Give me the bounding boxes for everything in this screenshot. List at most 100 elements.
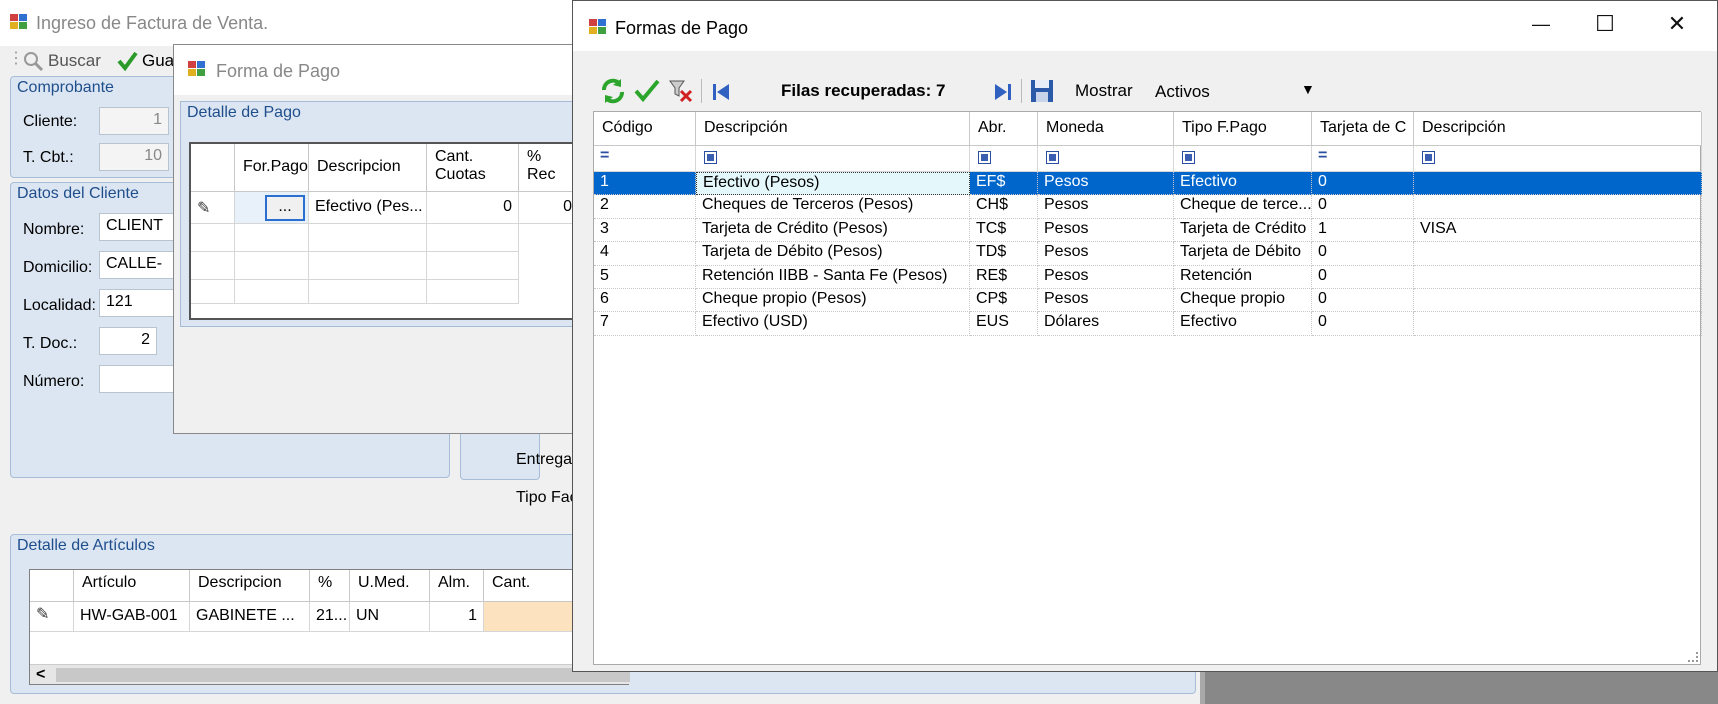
articulos-header[interactable]: Descripcion — [190, 570, 310, 602]
column-header[interactable]: Tarjeta de C — [1312, 112, 1414, 146]
table-cell[interactable] — [1414, 195, 1702, 219]
table-cell[interactable] — [1414, 265, 1702, 289]
tdoc-field[interactable]: 2 — [99, 327, 157, 355]
pago-header[interactable]: For.Pago — [235, 144, 309, 192]
mostrar-select[interactable]: Activos ▼ — [1151, 77, 1317, 105]
table-cell[interactable]: 5 — [594, 265, 696, 289]
table-cell[interactable]: Efectivo (USD) — [696, 312, 970, 336]
column-header[interactable]: Abr. — [970, 112, 1038, 146]
save-icon[interactable] — [1029, 78, 1055, 104]
table-cell[interactable]: 4 — [594, 242, 696, 266]
table-cell[interactable]: 3 — [594, 218, 696, 243]
filter-operator-icon[interactable] — [1422, 151, 1435, 164]
table-cell[interactable] — [1414, 289, 1702, 313]
table-cell[interactable]: Pesos — [1038, 289, 1174, 313]
articulos-hscrollbar[interactable]: < — [30, 664, 630, 684]
articulos-header[interactable]: U.Med. — [350, 570, 430, 602]
table-cell[interactable]: 0 — [1312, 289, 1414, 313]
filter-operator-icon[interactable] — [1182, 151, 1195, 164]
filter-cell[interactable] — [970, 146, 1038, 172]
close-button[interactable]: ✕ — [1645, 1, 1709, 47]
filter-operator-icon[interactable] — [978, 151, 991, 164]
table-cell[interactable]: Dólares — [1038, 312, 1174, 336]
table-cell[interactable]: Efectivo — [1174, 312, 1312, 336]
column-header[interactable]: Código — [594, 112, 696, 146]
table-cell[interactable]: Tarjeta de Débito (Pesos) — [696, 242, 970, 266]
localidad-field[interactable]: 121 — [99, 289, 179, 317]
table-cell[interactable]: 1 — [1312, 218, 1414, 243]
check-icon[interactable] — [633, 77, 661, 105]
table-cell[interactable]: VISA — [1414, 218, 1702, 243]
table-cell[interactable]: CP$ — [970, 289, 1038, 313]
table-cell[interactable]: Pesos — [1038, 172, 1174, 196]
filter-cell[interactable] — [696, 146, 970, 172]
table-cell[interactable]: Pesos — [1038, 242, 1174, 266]
filter-cell[interactable] — [1038, 146, 1174, 172]
filter-cell[interactable]: = — [1312, 146, 1414, 172]
table-cell[interactable]: Cheque propio (Pesos) — [696, 289, 970, 313]
column-header[interactable]: Descripción — [1414, 112, 1702, 146]
column-header[interactable]: Moneda — [1038, 112, 1174, 146]
table-cell[interactable]: 0 — [1312, 195, 1414, 219]
pago-rec-cell[interactable]: 0 — [519, 192, 579, 224]
filter-cell[interactable] — [1174, 146, 1312, 172]
table-cell[interactable]: Pesos — [1038, 265, 1174, 289]
table-cell[interactable]: 0 — [1312, 312, 1414, 336]
table-cell[interactable] — [1414, 172, 1702, 196]
articulos-header[interactable]: Artículo — [74, 570, 190, 602]
table-cell[interactable]: Tarjeta de Crédito (Pesos) — [696, 218, 970, 243]
minimize-button[interactable]: — — [1509, 1, 1573, 47]
table-cell[interactable]: Efectivo — [1174, 172, 1312, 196]
table-cell[interactable]: 1 — [594, 172, 696, 196]
scroll-left-arrow[interactable]: < — [36, 666, 45, 684]
filter-operator-icon[interactable] — [1046, 151, 1059, 164]
buscar-button[interactable]: Buscar — [20, 48, 104, 74]
table-cell[interactable]: EUS — [970, 312, 1038, 336]
filter-cell[interactable] — [1414, 146, 1702, 172]
guardar-button[interactable]: Gua — [114, 48, 174, 74]
table-cell[interactable] — [1414, 312, 1702, 336]
nombre-field[interactable]: CLIENT — [99, 213, 179, 241]
filter-equals-icon[interactable]: = — [600, 147, 609, 165]
table-cell[interactable]: Tarjeta de Crédito — [1174, 218, 1312, 243]
articulos-cell[interactable]: 1 — [430, 602, 484, 632]
pago-forpago-button[interactable]: ... — [265, 195, 305, 221]
table-cell[interactable]: TC$ — [970, 218, 1038, 243]
articulos-cell[interactable]: UN — [350, 602, 430, 632]
table-cell[interactable]: Pesos — [1038, 218, 1174, 243]
last-record-icon[interactable] — [991, 80, 1015, 104]
table-cell[interactable]: Pesos — [1038, 195, 1174, 219]
table-cell[interactable]: 0 — [1312, 242, 1414, 266]
refresh-icon[interactable] — [599, 77, 627, 105]
table-cell[interactable]: Tarjeta de Débito — [1174, 242, 1312, 266]
articulos-header[interactable]: Alm. — [430, 570, 484, 602]
first-record-icon[interactable] — [709, 80, 733, 104]
column-header[interactable]: Tipo F.Pago — [1174, 112, 1312, 146]
tcbt-field[interactable]: 10 — [99, 143, 169, 171]
pago-forpago-cell[interactable]: ... — [235, 192, 309, 224]
filter-equals-icon[interactable]: = — [1318, 147, 1327, 165]
table-cell[interactable]: Cheques de Terceros (Pesos) — [696, 195, 970, 219]
clear-filter-icon[interactable] — [667, 77, 695, 105]
table-cell[interactable]: 0 — [1312, 172, 1414, 196]
table-cell[interactable]: Retención — [1174, 265, 1312, 289]
table-cell[interactable]: EF$ — [970, 172, 1038, 196]
table-cell[interactable]: Cheque propio — [1174, 289, 1312, 313]
forma-pago-titlebar[interactable]: Forma de Pago — [174, 45, 592, 95]
table-cell[interactable]: 0 — [1312, 265, 1414, 289]
table-cell[interactable]: Cheque de terce... — [1174, 195, 1312, 219]
table-cell[interactable]: RE$ — [970, 265, 1038, 289]
numero-field[interactable] — [99, 365, 179, 393]
table-cell[interactable]: Efectivo (Pesos) — [696, 172, 970, 196]
filter-cell[interactable]: = — [594, 146, 696, 172]
pago-header[interactable]: Cant. Cuotas — [427, 144, 519, 192]
pago-header[interactable]: Descripcion — [309, 144, 427, 192]
maximize-button[interactable]: ☐ — [1573, 1, 1637, 47]
formas-titlebar[interactable]: Formas de Pago — ☐ ✕ — [573, 1, 1717, 51]
cliente-field[interactable]: 1 — [99, 107, 169, 135]
domicilio-field[interactable]: CALLE- — [99, 251, 179, 279]
scroll-thumb[interactable] — [56, 668, 630, 682]
articulos-header[interactable]: % — [310, 570, 350, 602]
column-header[interactable]: Descripción — [696, 112, 970, 146]
table-cell[interactable]: 2 — [594, 195, 696, 219]
